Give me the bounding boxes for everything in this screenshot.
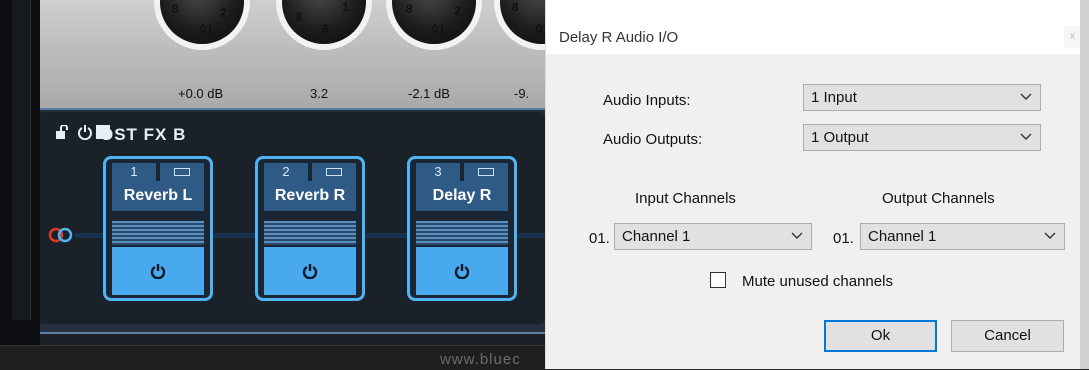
- chevron-down-icon: [791, 232, 803, 239]
- pedal-name: Delay R: [416, 181, 508, 211]
- window-edge: [1080, 0, 1089, 369]
- knob-3-value: -2.1 dB: [408, 86, 450, 101]
- pedal-bypass-button[interactable]: [416, 247, 508, 295]
- window-icon[interactable]: [312, 163, 356, 181]
- dialog-title: Delay R Audio I/O: [559, 29, 679, 46]
- mute-unused-label[interactable]: Mute unused channels: [742, 273, 893, 290]
- pedal-grille: [112, 221, 204, 245]
- power-icon[interactable]: [77, 124, 93, 140]
- pedal-reverb-l[interactable]: 1 Reverb L: [103, 156, 213, 301]
- output-channels-header: Output Channels: [882, 190, 995, 207]
- chevron-down-icon: [1020, 133, 1032, 140]
- input-channel-select[interactable]: Channel 1: [614, 223, 812, 250]
- power-icon: [150, 264, 166, 279]
- pedal-reverb-r[interactable]: 2 Reverb R: [255, 156, 365, 301]
- audio-io-dialog: Delay R Audio I/O x Audio Inputs: 1 Inpu…: [545, 0, 1081, 369]
- output-row-number: 01.: [833, 230, 854, 247]
- lock-icon[interactable]: [55, 125, 69, 139]
- knob-2-value: 3.2: [310, 86, 329, 101]
- window-icon[interactable]: [464, 163, 508, 181]
- cancel-button[interactable]: Cancel: [951, 320, 1064, 352]
- close-button[interactable]: x: [1064, 26, 1081, 48]
- pedal-bypass-button[interactable]: [112, 247, 204, 295]
- input-row-number: 01.: [589, 230, 610, 247]
- knob-1-value: +0.0 dB: [178, 86, 224, 101]
- knob-4-value: -9.: [514, 86, 530, 101]
- pedal-grille: [416, 221, 508, 245]
- ok-button[interactable]: Ok: [824, 320, 937, 352]
- footer-url: www.bluec: [440, 351, 521, 368]
- audio-inputs-label: Audio Inputs:: [603, 92, 691, 109]
- link-icon[interactable]: [48, 227, 74, 243]
- left-rail: [0, 0, 40, 369]
- pedal-bypass-button[interactable]: [264, 247, 356, 295]
- audio-outputs-select[interactable]: 1 Output: [803, 124, 1041, 151]
- input-channels-header: Input Channels: [635, 190, 736, 207]
- pedal-grille: [264, 221, 356, 245]
- pedal-number: 1: [112, 163, 156, 181]
- audio-outputs-label: Audio Outputs:: [603, 131, 703, 148]
- power-icon: [302, 264, 318, 279]
- dialog-titlebar[interactable]: Delay R Audio I/O x: [546, 0, 1081, 54]
- pedal-number: 2: [264, 163, 308, 181]
- chevron-down-icon: [1020, 93, 1032, 100]
- mute-unused-checkbox[interactable]: [710, 272, 726, 288]
- pedal-delay-r[interactable]: 3 Delay R: [407, 156, 517, 301]
- chevron-down-icon: [1044, 232, 1056, 239]
- audio-inputs-select[interactable]: 1 Input: [803, 84, 1041, 111]
- power-icon: [454, 264, 470, 279]
- pedal-name: Reverb R: [264, 181, 356, 211]
- pedal-number: 3: [416, 163, 460, 181]
- window-icon[interactable]: [160, 163, 204, 181]
- fx-section-title: OST FX B: [100, 125, 187, 144]
- pedal-name: Reverb L: [112, 181, 204, 211]
- output-channel-select[interactable]: Channel 1: [860, 223, 1065, 250]
